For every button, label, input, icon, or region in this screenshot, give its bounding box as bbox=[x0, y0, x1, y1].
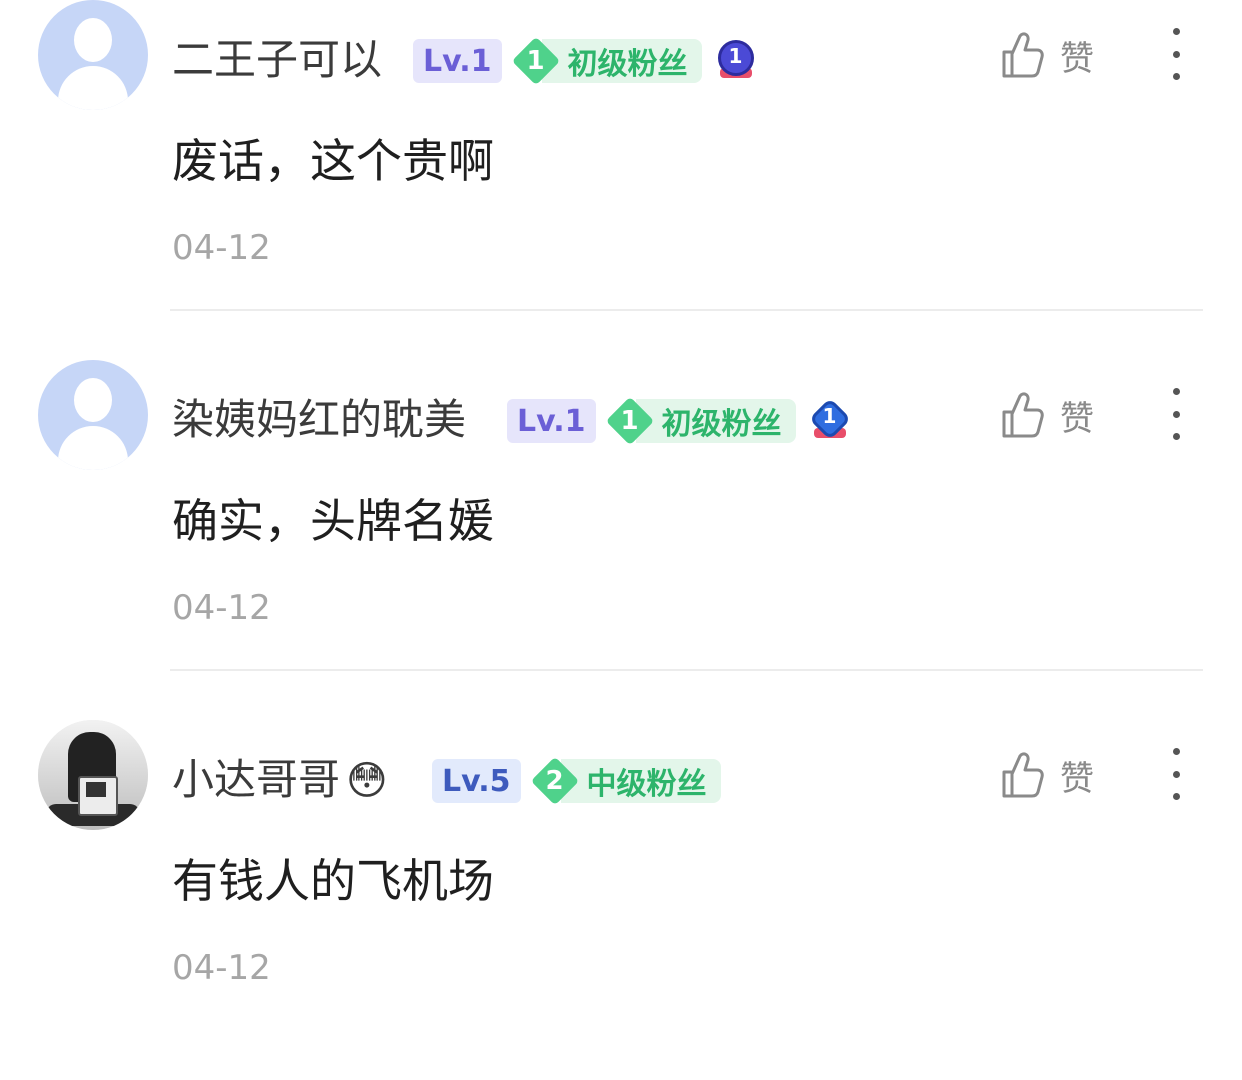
avatar[interactable] bbox=[38, 360, 148, 470]
like-label: 赞 bbox=[1060, 398, 1094, 439]
medal-icon: 1 bbox=[808, 397, 852, 444]
user-badges: Lv.1 1 初级粉丝 1 bbox=[413, 36, 758, 86]
username-text: 小达哥哥 bbox=[172, 755, 341, 804]
like-button[interactable]: 赞 bbox=[998, 750, 1108, 800]
level-badge: Lv.1 bbox=[413, 39, 502, 83]
fan-badge: 1 初级粉丝 bbox=[605, 396, 796, 446]
comment-item: 小达哥哥 😳 Lv.5 2 中级粉丝 赞 有钱人的飞机场 04-12 bbox=[0, 720, 1242, 1080]
comment-date: 04-12 bbox=[172, 948, 271, 988]
more-options-button[interactable] bbox=[1160, 388, 1192, 440]
comment-date: 04-12 bbox=[172, 228, 271, 268]
level-badge: Lv.1 bbox=[507, 399, 596, 443]
flushed-face-emoji: 😳 bbox=[346, 758, 388, 804]
fan-badge: 2 中级粉丝 bbox=[530, 756, 721, 806]
user-badges: Lv.1 1 初级粉丝 1 bbox=[507, 396, 852, 446]
more-options-button[interactable] bbox=[1160, 748, 1192, 800]
medal-icon: 1 bbox=[714, 38, 758, 84]
comment-text: 废话，这个贵啊 bbox=[172, 134, 494, 188]
fan-level-number: 1 bbox=[526, 46, 545, 76]
fan-level-number: 2 bbox=[545, 766, 564, 796]
like-label: 赞 bbox=[1060, 758, 1094, 799]
comment-text: 确实，头牌名媛 bbox=[172, 494, 494, 548]
username[interactable]: 小达哥哥 😳 bbox=[172, 754, 388, 807]
thumbs-up-icon bbox=[1002, 32, 1044, 78]
like-button[interactable]: 赞 bbox=[998, 30, 1108, 80]
fan-badge: 1 初级粉丝 bbox=[511, 36, 702, 86]
thumbs-up-icon bbox=[1002, 752, 1044, 798]
fan-level-number: 1 bbox=[620, 406, 639, 436]
comment-item: 染姨妈红的耽美 Lv.1 1 初级粉丝 1 赞 确实，头牌名媛 04-12 bbox=[0, 360, 1242, 720]
username[interactable]: 二王子可以 bbox=[172, 34, 382, 86]
fan-title: 中级粉丝 bbox=[560, 759, 721, 803]
user-badges: Lv.5 2 中级粉丝 bbox=[432, 756, 721, 806]
thumbs-up-icon bbox=[1002, 392, 1044, 438]
comment-text: 有钱人的飞机场 bbox=[172, 854, 494, 908]
level-badge: Lv.5 bbox=[432, 759, 521, 803]
comment-date: 04-12 bbox=[172, 588, 271, 628]
avatar[interactable] bbox=[38, 720, 148, 830]
divider bbox=[170, 669, 1203, 671]
divider bbox=[170, 309, 1203, 311]
more-options-button[interactable] bbox=[1160, 28, 1192, 80]
like-button[interactable]: 赞 bbox=[998, 390, 1108, 440]
username[interactable]: 染姨妈红的耽美 bbox=[172, 394, 466, 446]
comment-item: 二王子可以 Lv.1 1 初级粉丝 1 赞 废话，这个贵啊 04-12 bbox=[0, 0, 1242, 360]
fan-title: 初级粉丝 bbox=[541, 39, 702, 83]
like-label: 赞 bbox=[1060, 38, 1094, 79]
avatar[interactable] bbox=[38, 0, 148, 110]
fan-title: 初级粉丝 bbox=[635, 399, 796, 443]
